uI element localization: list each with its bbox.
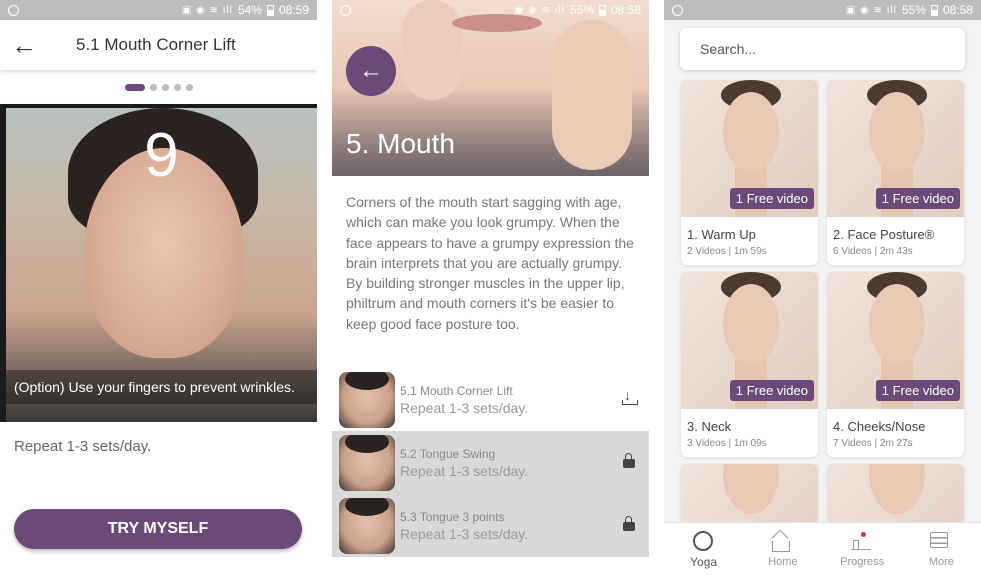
back-arrow-icon[interactable]: ← (346, 46, 396, 96)
page-dot-active[interactable] (124, 84, 145, 91)
battery-icon (930, 4, 938, 16)
card-image: 1 Free video (681, 80, 818, 217)
exercise-row[interactable]: 5.2 Tongue Swing Repeat 1-3 sets/day. (332, 431, 649, 494)
card-title: 4. Cheeks/Nose (833, 419, 926, 434)
category-description: Corners of the mouth start sagging with … (346, 194, 634, 332)
rep-counter: 9 (144, 121, 179, 190)
card-image (681, 464, 818, 524)
bottom-navigation: Yoga Home Progress More (664, 522, 981, 577)
exercise-sub: Repeat 1-3 sets/day. (400, 399, 529, 416)
exercise-name: 5.2 Tongue Swing (400, 446, 496, 461)
free-video-badge: 1 Free video (729, 380, 814, 401)
exercise-detail-screen: ▣ ◉ ≋ ıll 54% 08:59 ← 5.1 Mouth Corner L… (0, 0, 317, 577)
system-status-icons: ▣ ◉ ≋ ıll (845, 4, 897, 16)
battery-percent: 54% (237, 3, 262, 17)
nav-progress[interactable]: Progress (823, 523, 902, 577)
card-image: 1 Free video (827, 272, 964, 409)
lock-icon (623, 453, 635, 468)
battery-percent: 55% (901, 3, 926, 17)
nav-label: Progress (840, 556, 885, 568)
battery-percent: 55% (569, 3, 594, 17)
nav-label: More (928, 556, 954, 568)
exercise-thumbnail (339, 434, 395, 491)
exercise-name: 5.1 Mouth Corner Lift (400, 383, 513, 398)
clock: 08:58 (610, 3, 641, 17)
category-title: 5. Mouth (346, 128, 455, 159)
free-video-badge: 1 Free video (729, 188, 814, 209)
category-screen: ▣ ◉ ≋ ıll 55% 08:58 ← 5. Mouth Corners o… (332, 0, 649, 577)
video-caption: (Option) Use your fingers to prevent wri… (6, 370, 317, 404)
card-meta: 2 Videos | 1m 59s (687, 246, 767, 257)
system-status-icons: ▣ ◉ ≋ ıll (513, 4, 565, 16)
exercise-thumbnail (339, 371, 395, 428)
exercise-sub: Repeat 1-3 sets/day. (400, 462, 529, 479)
clock: 08:58 (942, 3, 973, 17)
card-image: 1 Free video (681, 272, 818, 409)
status-bar: ▣ ◉ ≋ ıll 54% 08:59 (0, 0, 317, 20)
free-video-badge: 1 Free video (875, 188, 960, 209)
card-image (827, 464, 964, 524)
try-myself-button[interactable]: TRY MYSELF (14, 509, 302, 549)
card-image: 1 Free video (827, 80, 964, 217)
category-card[interactable]: 1 Free video 4. Cheeks/Nose 7 Videos | 2… (827, 272, 964, 457)
card-title: 1. Warm Up (687, 227, 756, 242)
category-card[interactable]: 1 Free video 3. Neck 3 Videos | 1m 09s (681, 272, 818, 457)
download-icon[interactable] (622, 387, 638, 405)
category-card[interactable]: 1 Free video 2. Face Posture® 6 Videos |… (827, 80, 964, 265)
library-screen: ▣ ◉ ≋ ıll 55% 08:58 Search... 1 Free vid… (664, 0, 981, 577)
repeat-text: Repeat 1-3 sets/day. (14, 438, 152, 455)
whatsapp-icon (340, 4, 351, 16)
page-dot[interactable] (161, 84, 169, 91)
app-bar: ← 5.1 Mouth Corner Lift (0, 20, 317, 70)
card-title: 3. Neck (687, 419, 732, 434)
progress-icon (851, 532, 872, 550)
page-dot[interactable] (185, 84, 193, 91)
status-bar: ▣ ◉ ≋ ıll 55% 08:58 (332, 0, 649, 20)
nav-yoga[interactable]: Yoga (664, 523, 743, 577)
exercise-list: 5.1 Mouth Corner Lift Repeat 1-3 sets/da… (332, 368, 649, 557)
nav-label: Home (768, 556, 798, 568)
exercise-thumbnail (339, 497, 395, 554)
whatsapp-icon (8, 4, 19, 16)
back-arrow-icon[interactable]: ← (0, 20, 48, 70)
battery-icon (266, 4, 274, 16)
exercise-row[interactable]: 5.1 Mouth Corner Lift Repeat 1-3 sets/da… (332, 368, 649, 431)
nav-label: Yoga (690, 555, 718, 569)
page-indicator[interactable] (0, 84, 317, 91)
page-title: 5.1 Mouth Corner Lift (76, 35, 236, 54)
page-dot[interactable] (173, 84, 181, 91)
system-status-icons: ▣ ◉ ≋ ıll (181, 4, 233, 16)
yoga-face-icon (692, 531, 713, 551)
card-meta: 6 Videos | 2m 43s (833, 246, 913, 257)
battery-icon (598, 4, 606, 16)
menu-icon (930, 532, 949, 548)
nav-home[interactable]: Home (743, 523, 822, 577)
status-bar: ▣ ◉ ≋ ıll 55% 08:58 (664, 0, 981, 20)
clock: 08:59 (278, 3, 309, 17)
card-title: 2. Face Posture® (833, 227, 935, 242)
card-meta: 7 Videos | 2m 27s (833, 438, 913, 449)
exercise-video[interactable]: 9 (Option) Use your fingers to prevent w… (0, 104, 317, 422)
lock-icon (623, 516, 635, 531)
free-video-badge: 1 Free video (875, 380, 960, 401)
whatsapp-icon (672, 4, 683, 16)
category-card[interactable]: 1 Free video 1. Warm Up 2 Videos | 1m 59… (681, 80, 818, 265)
exercise-row[interactable]: 5.3 Tongue 3 points Repeat 1-3 sets/day. (332, 494, 649, 557)
nav-more[interactable]: More (902, 523, 981, 577)
home-icon (771, 541, 790, 552)
search-input[interactable]: Search... (680, 28, 965, 70)
exercise-sub: Repeat 1-3 sets/day. (400, 525, 529, 542)
card-meta: 3 Videos | 1m 09s (687, 438, 767, 449)
category-card[interactable] (681, 464, 818, 524)
category-card[interactable] (827, 464, 964, 524)
page-dot[interactable] (149, 84, 157, 91)
exercise-name: 5.3 Tongue 3 points (400, 509, 505, 524)
